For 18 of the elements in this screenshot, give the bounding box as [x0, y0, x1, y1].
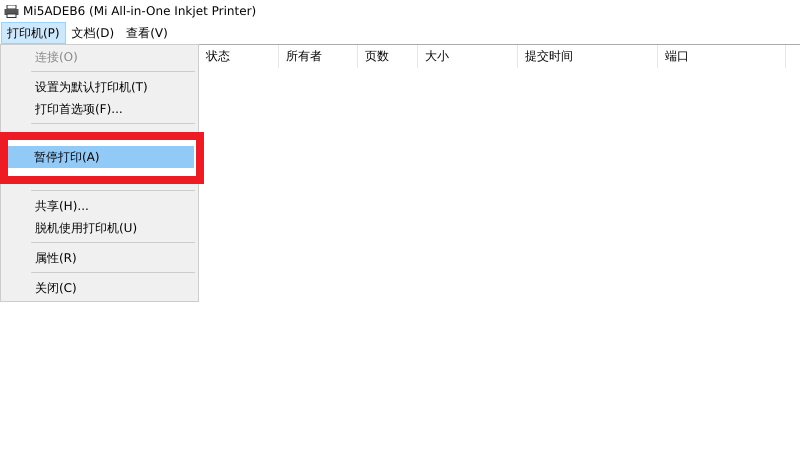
menu-bar-item[interactable]: 打印机(P): [1, 22, 66, 44]
menu-item[interactable]: 脱机使用打印机(U): [1, 217, 198, 239]
menu-item[interactable]: 打印首选项(F)...: [1, 98, 198, 120]
column-header[interactable]: 状态: [199, 45, 279, 68]
printer-icon: [4, 4, 19, 18]
column-header[interactable]: 端口: [658, 45, 786, 68]
column-header[interactable]: 页数: [358, 45, 418, 68]
menu-bar-item[interactable]: 文档(D): [66, 22, 120, 44]
menu-item[interactable]: 属性(R): [1, 247, 198, 269]
menu-bar-item[interactable]: 查看(V): [120, 22, 174, 44]
menu-item[interactable]: 关闭(C): [1, 277, 198, 299]
column-header[interactable]: 所有者: [279, 45, 358, 68]
menu-item[interactable]: 设置为默认打印机(T): [1, 76, 198, 98]
menu-item[interactable]: 共享(H)...: [1, 195, 198, 217]
window-title: Mi5ADEB6 (Mi All-in-One Inkjet Printer): [23, 4, 256, 18]
menu-item[interactable]: 暂停打印(A): [8, 146, 194, 168]
column-header[interactable]: 提交时间: [518, 45, 658, 68]
column-header[interactable]: 大小: [418, 45, 518, 68]
